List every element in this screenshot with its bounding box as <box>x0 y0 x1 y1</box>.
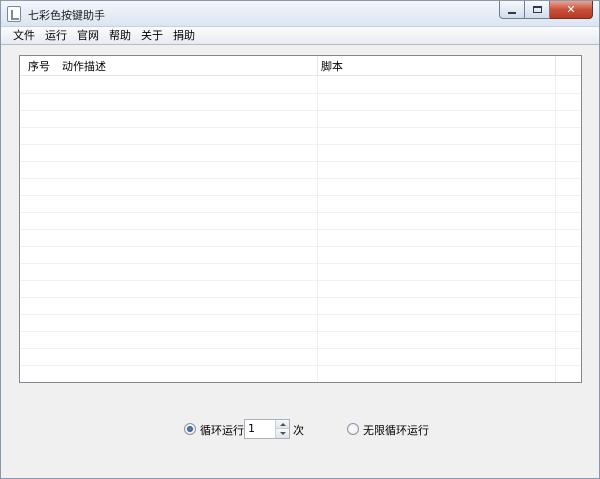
grid-row-line <box>20 314 581 315</box>
grid-row-line <box>20 178 581 179</box>
loop-label[interactable]: 循环运行 <box>200 422 244 438</box>
stepper-down-button[interactable] <box>276 429 289 438</box>
times-label: 次 <box>293 424 304 437</box>
grid-row-line <box>20 280 581 281</box>
grid-row-line <box>20 382 581 383</box>
menu-bar: 文件 运行 官网 帮助 关于 捐助 <box>1 27 599 45</box>
grid-row-line <box>20 93 581 94</box>
grid-row-line <box>20 348 581 349</box>
grid-row-line <box>20 297 581 298</box>
arrow-up-icon <box>279 422 286 426</box>
column-header-script[interactable]: 脚本 <box>313 56 343 76</box>
menu-run[interactable]: 运行 <box>40 27 72 45</box>
action-list[interactable]: 序号 动作描述 脚本 <box>19 55 582 383</box>
minimize-button[interactable] <box>499 1 525 19</box>
list-header: 序号 动作描述 脚本 <box>20 56 581 76</box>
window-controls: ✕ <box>499 1 593 19</box>
grid-row-line <box>20 127 581 128</box>
main-window: 七彩色按键助手 ✕ 文件 运行 官网 帮助 关于 捐助 序号 动作描述 脚本 循… <box>0 0 600 479</box>
grid-row-line <box>20 161 581 162</box>
grid-row-line <box>20 212 581 213</box>
minimize-icon <box>508 11 516 14</box>
column-divider[interactable] <box>555 56 556 76</box>
grid-row-line <box>20 365 581 366</box>
loop-controls: 循环运行 次 无限循环运行 <box>184 418 444 440</box>
grid-row-line <box>20 331 581 332</box>
window-title: 七彩色按键助手 <box>28 9 105 22</box>
stepper-buttons <box>275 420 289 438</box>
grid-row-line <box>20 263 581 264</box>
grid-row-line <box>20 229 581 230</box>
infinite-loop-radio[interactable] <box>347 423 359 435</box>
menu-file[interactable]: 文件 <box>8 27 40 45</box>
close-button[interactable]: ✕ <box>550 1 593 19</box>
menu-about[interactable]: 关于 <box>136 27 168 45</box>
app-icon <box>7 6 21 22</box>
column-header-index[interactable]: 序号 <box>20 56 50 76</box>
loop-radio[interactable] <box>184 423 196 435</box>
maximize-icon <box>532 6 542 13</box>
menu-help[interactable]: 帮助 <box>104 27 136 45</box>
grid-row-line <box>20 195 581 196</box>
column-header-description[interactable]: 动作描述 <box>54 56 106 76</box>
arrow-down-icon <box>279 432 286 435</box>
loop-count-input[interactable] <box>245 420 275 438</box>
title-bar[interactable]: 七彩色按键助手 ✕ <box>1 1 599 27</box>
close-icon: ✕ <box>566 3 576 16</box>
menu-website[interactable]: 官网 <box>72 27 104 45</box>
grid-row-line <box>20 144 581 145</box>
loop-count-stepper[interactable] <box>244 419 290 439</box>
maximize-button[interactable] <box>525 1 550 19</box>
grid-row-line <box>20 246 581 247</box>
infinite-loop-label[interactable]: 无限循环运行 <box>363 422 429 438</box>
menu-donate[interactable]: 捐助 <box>168 27 200 45</box>
grid-row-line <box>20 110 581 111</box>
stepper-up-button[interactable] <box>276 420 289 429</box>
